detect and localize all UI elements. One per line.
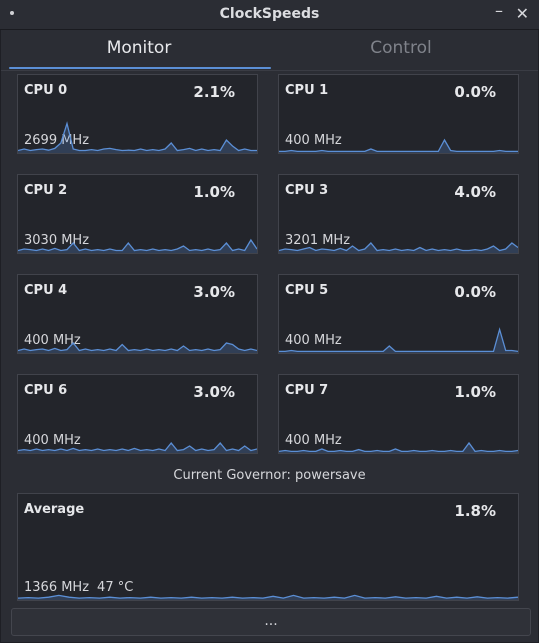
cpu-usage: 4.0% [454, 183, 496, 201]
usage-line [279, 138, 518, 153]
more-dots: ... [264, 613, 278, 629]
cpu-name: CPU 2 [24, 183, 68, 198]
usage-graph [279, 138, 518, 153]
tab-bar: Monitor Control [1, 30, 538, 71]
cpu-name: CPU 7 [285, 383, 329, 398]
cpu-usage: 3.0% [193, 283, 235, 301]
cpu-name: CPU 4 [24, 283, 68, 298]
cpu-usage: 3.0% [193, 383, 235, 401]
cpu-usage: 1.0% [454, 383, 496, 401]
usage-area [279, 243, 518, 253]
usage-line [279, 242, 518, 252]
tab-control[interactable]: Control [271, 38, 531, 58]
usage-area [18, 240, 257, 253]
cpu-name: CPU 1 [285, 83, 329, 98]
usage-graph [18, 594, 518, 600]
usage-line [18, 342, 257, 352]
cpu-panel: CPU 6 3.0% 400 MHz [17, 374, 258, 454]
usage-graph [18, 441, 257, 453]
cpu-usage: 1.0% [193, 183, 235, 201]
cpu-name: CPU 6 [24, 383, 68, 398]
cpu-panel: CPU 4 3.0% 400 MHz [17, 274, 258, 354]
minimize-icon[interactable]: – [495, 2, 503, 20]
usage-graph [18, 342, 257, 353]
average-label: Average [24, 502, 85, 517]
close-icon[interactable]: ✕ [516, 5, 529, 23]
cpu-panel: CPU 7 1.0% 400 MHz [278, 374, 519, 454]
usage-line [18, 238, 257, 252]
cpu-panel: CPU 5 0.0% 400 MHz [278, 274, 519, 354]
usage-graph [18, 238, 257, 253]
average-panel: Average 1.8% 1366 MHz 47 °C [17, 493, 519, 601]
active-tab-indicator [9, 67, 271, 69]
cpu-panel: CPU 2 1.0% 3030 MHz [17, 174, 258, 254]
usage-graph [18, 121, 257, 153]
cpu-usage: 0.0% [454, 83, 496, 101]
cpu-usage: 2.1% [193, 83, 235, 101]
usage-line [18, 121, 257, 152]
more-button[interactable]: ... [11, 608, 531, 636]
main-content: Monitor Control CPU 0 2.1% 2699 MHz CPU 1 0.… [1, 30, 538, 642]
cpu-usage: 0.0% [454, 283, 496, 301]
cpu-name: CPU 0 [24, 83, 68, 98]
window-title: ClockSpeeds [219, 6, 320, 22]
cpu-panel: CPU 0 2.1% 2699 MHz [17, 74, 258, 154]
usage-area [279, 329, 518, 353]
cpu-panel: CPU 3 4.0% 3201 MHz [278, 174, 519, 254]
usage-line [279, 441, 518, 453]
usage-graph [279, 242, 518, 253]
cpu-name: CPU 5 [285, 283, 329, 298]
usage-graph [279, 327, 518, 353]
average-usage: 1.8% [454, 502, 496, 520]
cpu-name: CPU 3 [285, 183, 329, 198]
cpu-panel: CPU 1 0.0% 400 MHz [278, 74, 519, 154]
usage-line [279, 327, 518, 353]
tab-monitor[interactable]: Monitor [9, 38, 269, 58]
title-bar: ClockSpeeds – ✕ [0, 0, 539, 30]
usage-graph [279, 441, 518, 453]
current-governor: Current Governor: powersave [173, 468, 366, 483]
usage-line [18, 594, 518, 599]
